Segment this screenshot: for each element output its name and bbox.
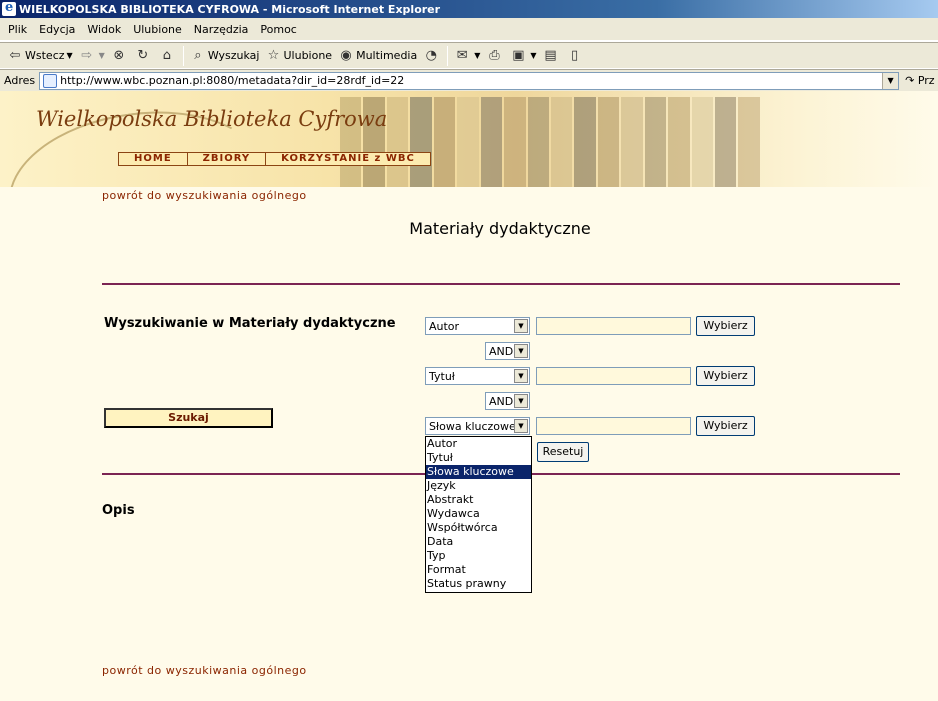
- forward-arrow-icon: ⇨: [81, 47, 93, 63]
- stop-icon: ⊗: [113, 47, 125, 63]
- dropdown-option-selected[interactable]: Słowa kluczowe: [426, 465, 531, 479]
- stop-button[interactable]: ⊗: [108, 45, 132, 67]
- search-submit-button[interactable]: Szukaj: [104, 408, 273, 428]
- dropdown-option[interactable]: Data: [426, 535, 531, 549]
- go-arrow-icon: ↷: [905, 74, 915, 87]
- operator-select-1[interactable]: AND ▼: [485, 342, 530, 360]
- dropdown-option[interactable]: Wydawca: [426, 507, 531, 521]
- site-banner: Wielkopolska Biblioteka Cyfrowa HOME ZBI…: [0, 91, 938, 187]
- page-content: Wielkopolska Biblioteka Cyfrowa HOME ZBI…: [0, 91, 938, 701]
- page-icon: [43, 73, 58, 88]
- operator-select-2[interactable]: AND ▼: [485, 392, 530, 410]
- print-button[interactable]: ⎙: [483, 45, 507, 67]
- multimedia-button[interactable]: ◉ Multimedia: [335, 45, 420, 67]
- books-background: [340, 97, 760, 187]
- chevron-down-icon: ▼: [514, 394, 528, 408]
- menu-ulubione[interactable]: Ulubione: [127, 23, 188, 36]
- mail-icon: ✉: [456, 47, 468, 63]
- dropdown-option[interactable]: Język: [426, 479, 531, 493]
- menu-pomoc[interactable]: Pomoc: [254, 23, 302, 36]
- dropdown-option[interactable]: Współtwórca: [426, 521, 531, 535]
- favorites-star-icon: ☆: [267, 47, 280, 63]
- search-icon: ⌕: [194, 47, 202, 63]
- messenger-icon: ▯: [570, 47, 579, 63]
- edit-button[interactable]: ▣ ▼: [507, 45, 539, 67]
- edit-dropdown-icon[interactable]: ▼: [530, 51, 536, 60]
- messenger-button[interactable]: ▯: [564, 45, 588, 67]
- favorites-button[interactable]: ☆ Ulubione: [262, 45, 335, 67]
- field-select-2[interactable]: Tytuł ▼: [425, 367, 530, 385]
- page-title: Materiały dydaktyczne: [409, 219, 591, 238]
- site-logo-title: Wielkopolska Biblioteka Cyfrowa: [36, 107, 388, 131]
- nav-home[interactable]: HOME: [119, 153, 188, 165]
- home-icon: ⌂: [162, 47, 171, 63]
- window-title-bar: WIELKOPOLSKA BIBLIOTEKA CYFROWA - Micros…: [0, 0, 938, 18]
- field-dropdown-list: Autor Tytuł Słowa kluczowe Język Abstrak…: [425, 436, 532, 593]
- back-arrow-icon: ⇦: [9, 47, 21, 63]
- mail-dropdown-icon[interactable]: ▼: [474, 51, 480, 60]
- address-dropdown-icon[interactable]: ▼: [882, 72, 899, 89]
- window-title: WIELKOPOLSKA BIBLIOTEKA CYFROWA - Micros…: [19, 2, 441, 16]
- toolbar: ⇦ Wstecz ▼ ⇨ ▼ ⊗ ↻ ⌂ ⌕ Wyszukaj ☆ Ulubio…: [0, 42, 938, 69]
- history-icon: ◔: [425, 47, 437, 63]
- nav-zbiory[interactable]: ZBIORY: [188, 153, 267, 165]
- chevron-down-icon: ▼: [514, 319, 528, 333]
- menu-bar: Plik Edycja Widok Ulubione Narzędzia Pom…: [0, 18, 938, 41]
- go-button[interactable]: ↷ Prz: [905, 74, 934, 87]
- discuss-button[interactable]: ▤: [540, 45, 564, 67]
- menu-narzedzia[interactable]: Narzędzia: [188, 23, 255, 36]
- back-dropdown-icon[interactable]: ▼: [67, 51, 73, 60]
- search-input-3[interactable]: [536, 417, 691, 435]
- address-url: http://www.wbc.poznan.pl:8080/metadata?d…: [60, 74, 405, 87]
- back-to-search-link[interactable]: powrót do wyszukiwania ogólnego: [102, 189, 307, 202]
- choose-button-1[interactable]: Wybierz: [696, 316, 755, 336]
- multimedia-icon: ◉: [340, 47, 352, 63]
- print-icon: ⎙: [489, 47, 500, 63]
- dropdown-option[interactable]: Status prawny: [426, 577, 531, 591]
- dropdown-option[interactable]: Tytuł: [426, 451, 531, 465]
- search-input-1[interactable]: [536, 317, 691, 335]
- address-label: Adres: [4, 74, 36, 87]
- back-to-search-link-bottom[interactable]: powrót do wyszukiwania ogólnego: [102, 664, 307, 677]
- chevron-down-icon: ▼: [514, 344, 528, 358]
- search-section-title: Wyszukiwanie w Materiały dydaktyczne: [104, 316, 396, 331]
- description-title: Opis: [102, 503, 135, 518]
- forward-dropdown-icon[interactable]: ▼: [99, 51, 105, 60]
- mail-button[interactable]: ✉ ▼: [451, 45, 483, 67]
- site-nav: HOME ZBIORY KORZYSTANIE z WBC: [118, 152, 431, 166]
- history-button[interactable]: ◔: [420, 45, 444, 67]
- chevron-down-icon: ▼: [514, 369, 528, 383]
- refresh-icon: ↻: [137, 47, 149, 63]
- address-input[interactable]: http://www.wbc.poznan.pl:8080/metadata?d…: [39, 71, 900, 90]
- menu-edycja[interactable]: Edycja: [33, 23, 81, 36]
- divider: [102, 283, 900, 285]
- address-bar: Adres http://www.wbc.poznan.pl:8080/meta…: [0, 69, 938, 91]
- edit-word-icon: ▣: [512, 47, 525, 63]
- back-button[interactable]: ⇦ Wstecz ▼: [4, 45, 76, 67]
- nav-korzystanie[interactable]: KORZYSTANIE z WBC: [266, 153, 430, 165]
- ie-logo-icon: [2, 0, 16, 16]
- dropdown-option[interactable]: Format: [426, 563, 531, 577]
- menu-widok[interactable]: Widok: [81, 23, 127, 36]
- search-input-2[interactable]: [536, 367, 691, 385]
- field-select-3[interactable]: Słowa kluczowe ▼: [425, 417, 530, 435]
- dropdown-option[interactable]: Abstrakt: [426, 493, 531, 507]
- field-select-1[interactable]: Autor ▼: [425, 317, 530, 335]
- discuss-icon: ▤: [544, 47, 557, 63]
- search-button[interactable]: ⌕ Wyszukaj: [187, 45, 263, 67]
- menu-plik[interactable]: Plik: [2, 23, 33, 36]
- home-button[interactable]: ⌂: [156, 45, 180, 67]
- refresh-button[interactable]: ↻: [132, 45, 156, 67]
- choose-button-3[interactable]: Wybierz: [696, 416, 755, 436]
- toolbar-separator: [447, 45, 449, 66]
- dropdown-option[interactable]: Typ: [426, 549, 531, 563]
- dropdown-option[interactable]: Autor: [426, 437, 531, 451]
- forward-button[interactable]: ⇨ ▼: [76, 45, 108, 67]
- toolbar-separator: [182, 45, 184, 66]
- reset-button[interactable]: Resetuj: [537, 442, 589, 462]
- choose-button-2[interactable]: Wybierz: [696, 366, 755, 386]
- chevron-down-icon: ▼: [514, 419, 528, 433]
